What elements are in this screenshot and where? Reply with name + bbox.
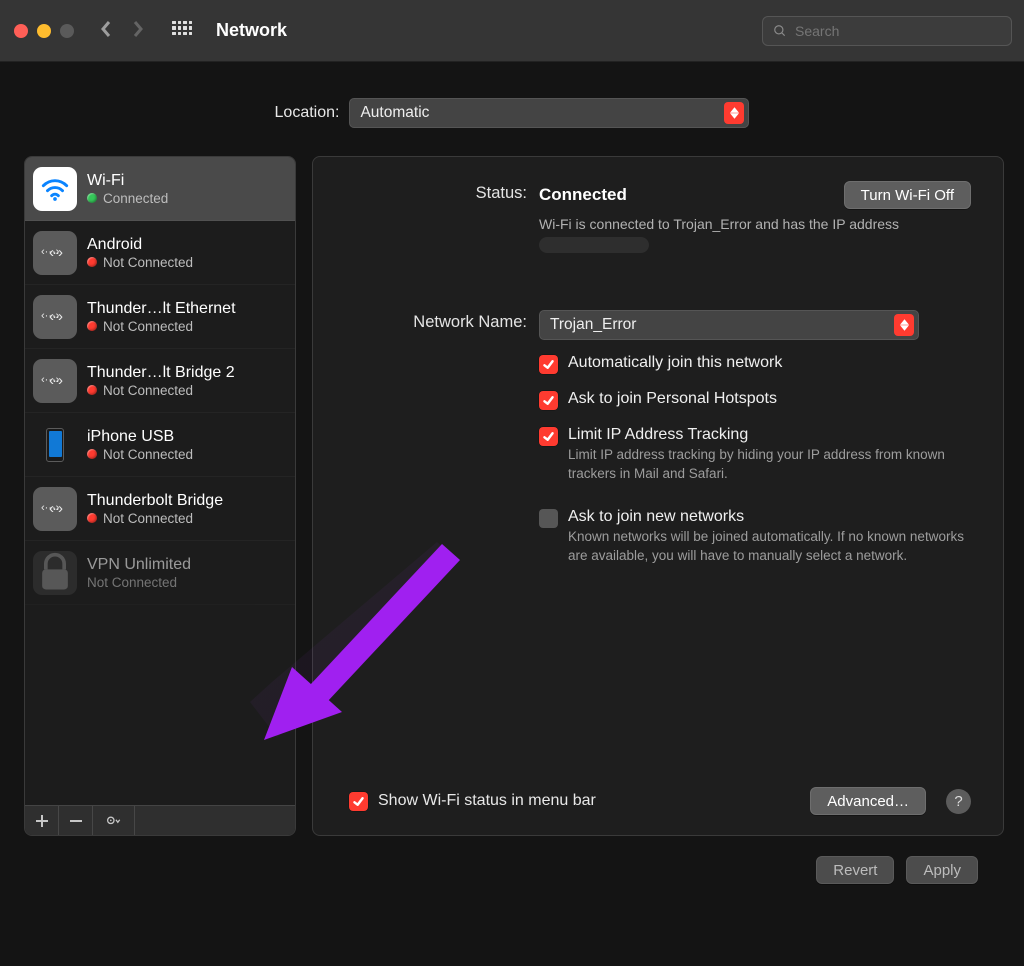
ethernet-icon: ‹···›‹··› xyxy=(33,487,77,531)
service-actions-button[interactable] xyxy=(93,806,135,835)
help-button[interactable]: ? xyxy=(946,789,971,814)
ask-new-help: Known networks will be joined automatica… xyxy=(568,528,971,566)
service-status: Not Connected xyxy=(87,319,236,334)
hotspots-row[interactable]: Ask to join Personal Hotspots xyxy=(539,390,971,410)
updown-stepper-icon xyxy=(894,314,914,336)
status-dot xyxy=(87,257,97,267)
service-sidebar: Wi-Fi Connected ‹···›‹··› Android Not Co… xyxy=(24,156,296,836)
service-name: Android xyxy=(87,236,193,254)
iphone-icon xyxy=(33,423,77,467)
sidebar-item-android[interactable]: ‹···›‹··› Android Not Connected xyxy=(25,221,295,285)
limit-tracking-help: Limit IP address tracking by hiding your… xyxy=(568,446,971,484)
zoom-window-button[interactable] xyxy=(60,24,74,38)
back-button[interactable] xyxy=(98,20,114,42)
search-input[interactable] xyxy=(795,23,1001,39)
status-value: Connected xyxy=(539,185,627,205)
sidebar-item-thunder-lt-bridge-2[interactable]: ‹···›‹··› Thunder…lt Bridge 2 Not Connec… xyxy=(25,349,295,413)
remove-service-button[interactable] xyxy=(59,806,93,835)
status-dot xyxy=(87,193,97,203)
network-name-value: Trojan_Error xyxy=(550,316,636,334)
sidebar-toolbar xyxy=(25,805,295,835)
ask-new-label: Ask to join new networks xyxy=(568,508,971,526)
show-all-prefs-button[interactable] xyxy=(172,21,192,41)
ethernet-icon: ‹···›‹··› xyxy=(33,295,77,339)
status-dot xyxy=(87,321,97,331)
service-name: iPhone USB xyxy=(87,428,193,446)
service-name: Wi-Fi xyxy=(87,172,168,190)
sidebar-item-thunderbolt-bridge[interactable]: ‹···›‹··› Thunderbolt Bridge Not Connect… xyxy=(25,477,295,541)
footer-buttons: Revert Apply xyxy=(20,836,1004,884)
revert-button[interactable]: Revert xyxy=(816,856,894,884)
status-description: Wi-Fi is connected to Trojan_Error and h… xyxy=(539,215,971,254)
search-field[interactable] xyxy=(762,16,1012,46)
sidebar-item-iphone-usb[interactable]: iPhone USB Not Connected xyxy=(25,413,295,477)
service-name: VPN Unlimited xyxy=(87,556,191,574)
network-name-dropdown[interactable]: Trojan_Error xyxy=(539,310,919,340)
status-dot xyxy=(87,513,97,523)
ethernet-icon: ‹···›‹··› xyxy=(33,359,77,403)
service-name: Thunder…lt Bridge 2 xyxy=(87,364,235,382)
network-name-label: Network Name: xyxy=(337,310,527,332)
status-dot xyxy=(87,449,97,459)
checkbox-limit-tracking[interactable] xyxy=(539,427,558,446)
nav-arrows xyxy=(98,20,146,42)
add-service-button[interactable] xyxy=(25,806,59,835)
window-controls xyxy=(14,24,74,38)
service-list: Wi-Fi Connected ‹···›‹··› Android Not Co… xyxy=(25,157,295,805)
hotspots-label: Ask to join Personal Hotspots xyxy=(568,390,777,408)
service-status: Not Connected xyxy=(87,383,235,398)
titlebar: Network xyxy=(0,0,1024,62)
search-icon xyxy=(773,24,787,38)
show-menubar-label: Show Wi-Fi status in menu bar xyxy=(378,792,596,810)
window-title: Network xyxy=(216,20,287,41)
wifi-icon xyxy=(33,167,77,211)
status-label: Status: xyxy=(337,181,527,203)
auto-join-label: Automatically join this network xyxy=(568,354,782,372)
limit-tracking-row[interactable]: Limit IP Address Tracking Limit IP addre… xyxy=(539,426,971,484)
content: Location: Automatic Wi-Fi Connected ‹···… xyxy=(0,62,1024,906)
checkbox-show-menubar[interactable] xyxy=(349,792,368,811)
location-row: Location: Automatic xyxy=(20,98,1004,128)
sidebar-item-vpn-unlimited[interactable]: VPN Unlimited Not Connected xyxy=(25,541,295,605)
ask-new-row[interactable]: Ask to join new networks Known networks … xyxy=(539,508,971,566)
location-dropdown[interactable]: Automatic xyxy=(349,98,749,128)
detail-pane: Status: Connected Turn Wi-Fi Off Wi-Fi i… xyxy=(312,156,1004,836)
close-window-button[interactable] xyxy=(14,24,28,38)
service-status: Connected xyxy=(87,191,168,206)
apply-button[interactable]: Apply xyxy=(906,856,978,884)
checkbox-ask-new[interactable] xyxy=(539,509,558,528)
location-label: Location: xyxy=(275,104,340,122)
sidebar-item-wi-fi[interactable]: Wi-Fi Connected xyxy=(25,157,295,221)
limit-tracking-label: Limit IP Address Tracking xyxy=(568,426,971,444)
service-status: Not Connected xyxy=(87,511,223,526)
redacted-ip xyxy=(539,237,649,253)
service-status: Not Connected xyxy=(87,447,193,462)
service-status: Not Connected xyxy=(87,575,191,590)
auto-join-row[interactable]: Automatically join this network xyxy=(539,354,971,374)
service-name: Thunder…lt Ethernet xyxy=(87,300,236,318)
advanced-button[interactable]: Advanced… xyxy=(810,787,926,815)
status-dot xyxy=(87,385,97,395)
location-value: Automatic xyxy=(360,104,429,122)
service-status: Not Connected xyxy=(87,255,193,270)
lock-icon xyxy=(33,551,77,595)
checkbox-auto-join[interactable] xyxy=(539,355,558,374)
minimize-window-button[interactable] xyxy=(37,24,51,38)
service-name: Thunderbolt Bridge xyxy=(87,492,223,510)
sidebar-item-thunder-lt-ethernet[interactable]: ‹···›‹··› Thunder…lt Ethernet Not Connec… xyxy=(25,285,295,349)
ethernet-icon: ‹···›‹··› xyxy=(33,231,77,275)
forward-button[interactable] xyxy=(130,20,146,42)
wifi-toggle-button[interactable]: Turn Wi-Fi Off xyxy=(844,181,971,209)
sidebar-toolbar-spacer xyxy=(135,806,295,835)
checkbox-hotspots[interactable] xyxy=(539,391,558,410)
updown-stepper-icon xyxy=(724,102,744,124)
